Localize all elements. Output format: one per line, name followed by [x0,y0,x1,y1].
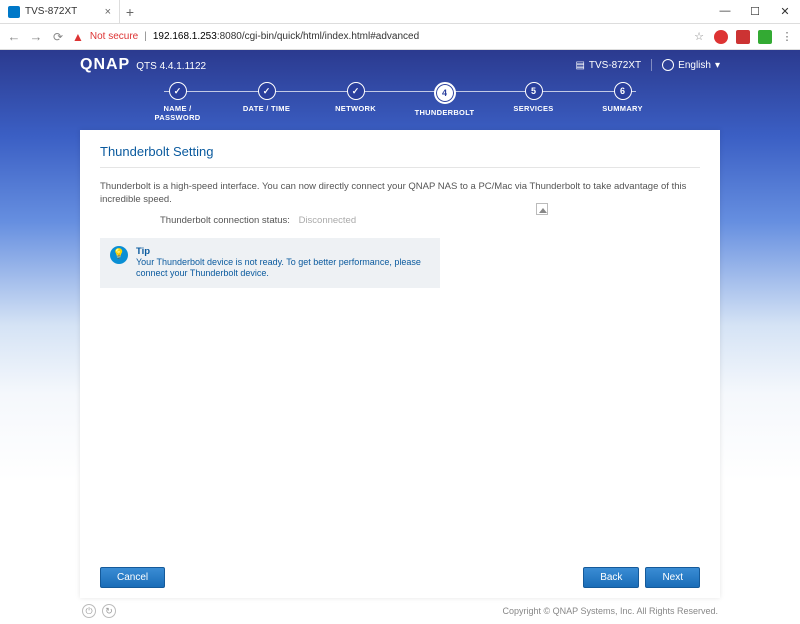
broken-image-icon [536,203,548,215]
language-selector[interactable]: English ▾ [651,59,720,71]
language-label: English [678,60,711,71]
back-button[interactable]: Back [583,567,639,588]
ext-opera-icon[interactable] [714,30,728,44]
ext-adblock-icon[interactable] [758,30,772,44]
footer-refresh-icon[interactable]: ↻ [102,604,116,618]
chevron-down-icon: ▾ [715,60,720,71]
page-title: Thunderbolt Setting [100,144,700,168]
maximize-button[interactable]: ☐ [740,5,770,18]
address-bar[interactable]: 192.168.1.253:8080/cgi-bin/quick/html/in… [153,31,686,42]
step-summary[interactable]: 6SUMMARY [585,82,660,113]
ext-lastpass-icon[interactable] [736,30,750,44]
new-tab-button[interactable]: + [120,4,140,20]
nas-icon: ▤ [575,60,584,71]
main-panel: Thunderbolt Setting Thunderbolt is a hig… [80,130,720,598]
globe-icon [662,59,674,71]
status-value: Disconnected [299,215,357,226]
tip-box: 💡 Tip Your Thunderbolt device is not rea… [100,238,440,288]
step-date-time[interactable]: DATE / TIME [229,82,304,113]
browser-navbar: ← → ⟳ ▲ Not secure | 192.168.1.253:8080/… [0,24,800,50]
step-network[interactable]: NETWORK [318,82,393,113]
footer-power-icon[interactable]: ⏻ [82,604,96,618]
star-icon[interactable]: ☆ [692,30,706,44]
tab-title: TVS-872XT [25,6,77,17]
device-selector[interactable]: ▤ TVS-872XT [575,60,641,71]
close-button[interactable]: ✕ [770,5,800,18]
brand-logo: QNAP QTS 4.4.1.1122 [80,56,206,74]
cancel-button[interactable]: Cancel [100,567,165,588]
not-secure-label[interactable]: Not secure [90,31,138,42]
extension-icons: ☆ ⋮ [692,30,794,44]
step-thunderbolt[interactable]: 4THUNDERBOLT [407,82,482,117]
browser-titlebar: TVS-872XT × + — ☐ ✕ [0,0,800,24]
description-text: Thunderbolt is a high-speed interface. Y… [100,180,700,207]
page-body: QNAP QTS 4.4.1.1122 ▤ TVS-872XT English … [0,50,800,624]
copyright-text: Copyright © QNAP Systems, Inc. All Right… [502,606,718,616]
lightbulb-icon: 💡 [110,246,128,264]
browser-tab[interactable]: TVS-872XT × [0,0,120,23]
tip-heading: Tip [136,246,430,257]
favicon-icon [8,6,20,18]
step-name-password[interactable]: NAME / PASSWORD [140,82,215,122]
browser-menu-icon[interactable]: ⋮ [780,30,794,44]
button-row: Cancel Back Next [100,567,700,588]
device-name: TVS-872XT [589,60,641,71]
nav-back-icon[interactable]: ← [6,29,22,44]
status-label: Thunderbolt connection status: [160,215,290,226]
setup-stepper: NAME / PASSWORD DATE / TIME NETWORK 4THU… [140,82,660,122]
page-footer: ⏻ ↻ Copyright © QNAP Systems, Inc. All R… [80,598,720,624]
nav-forward-icon: → [28,29,44,44]
url-separator: | [144,31,147,42]
reload-icon[interactable]: ⟳ [50,30,66,44]
connection-status: Thunderbolt connection status: Disconnec… [160,215,700,226]
step-services[interactable]: 5SERVICES [496,82,571,113]
next-button[interactable]: Next [645,567,700,588]
window-controls: — ☐ ✕ [710,5,800,18]
tip-body: Your Thunderbolt device is not ready. To… [136,257,430,280]
minimize-button[interactable]: — [710,5,740,18]
page-header: QNAP QTS 4.4.1.1122 ▤ TVS-872XT English … [80,56,720,74]
not-secure-icon[interactable]: ▲ [72,30,84,44]
version-text: QTS 4.4.1.1122 [136,61,206,72]
brand-text: QNAP [80,56,130,74]
tab-close-icon[interactable]: × [105,6,111,18]
